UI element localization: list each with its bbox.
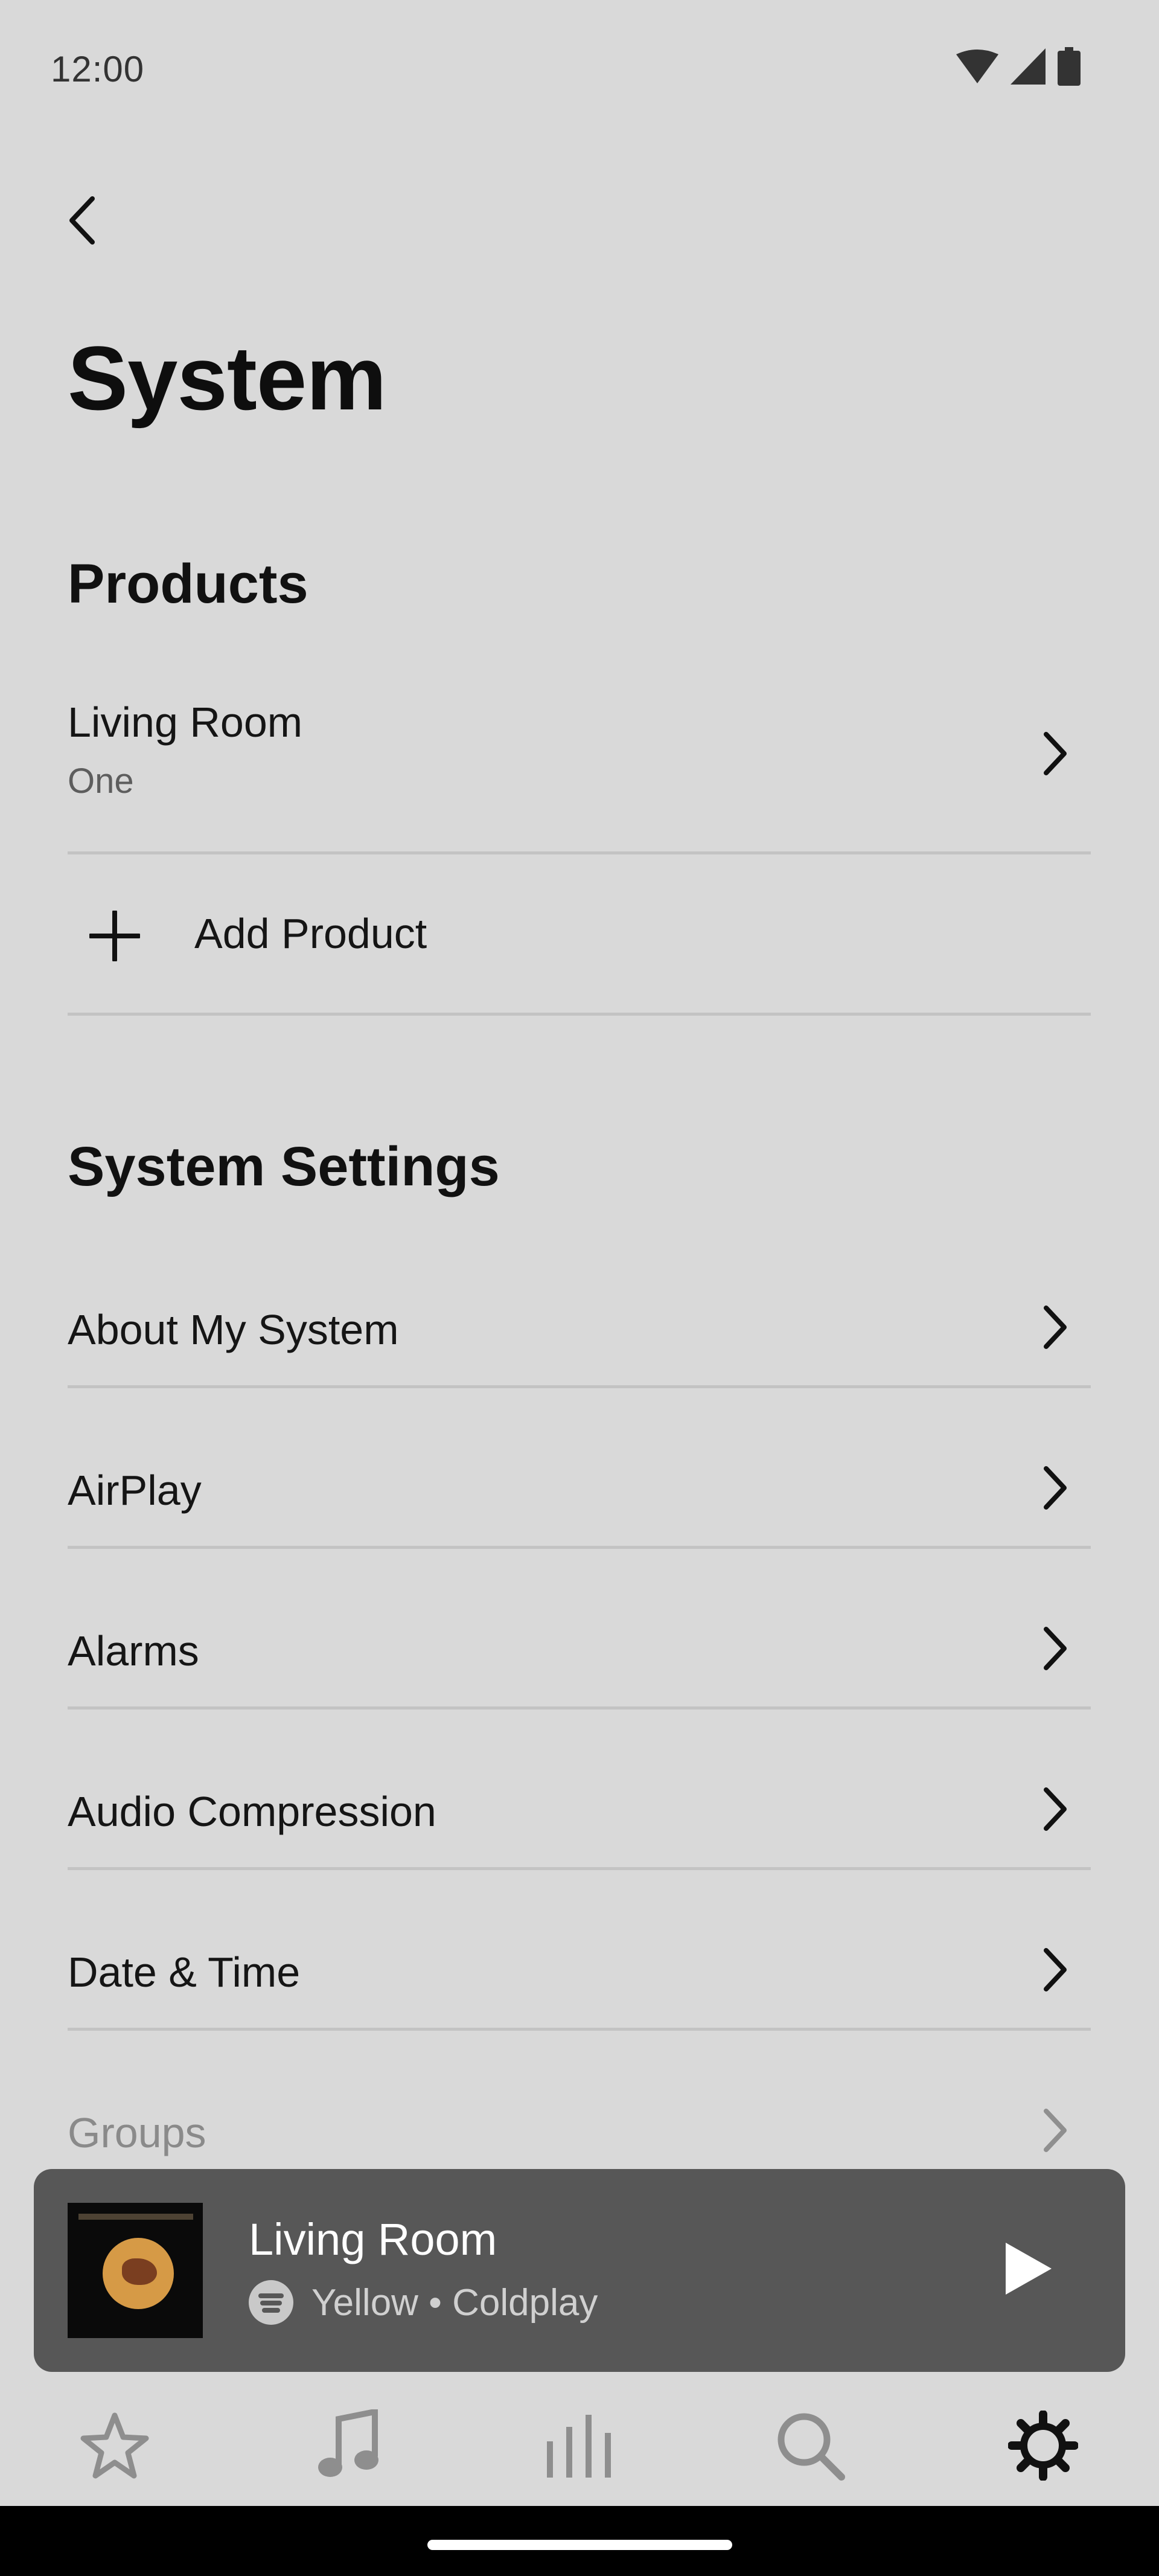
product-row-living-room[interactable]: Living Room One [68, 688, 1091, 845]
status-icons [956, 47, 1081, 86]
chevron-right-icon [1044, 1948, 1067, 1991]
system-screen: 12:00 System Products Living Room One Ad… [0, 0, 1159, 2576]
chevron-right-icon [1044, 1306, 1067, 1349]
settings-item-airplay[interactable]: AirPlay [68, 1408, 1091, 1568]
plus-icon [89, 911, 140, 961]
page-title: System [68, 327, 387, 429]
cellular-signal-icon [1011, 48, 1046, 85]
tab-settings[interactable] [1001, 2403, 1085, 2488]
back-button[interactable] [58, 187, 106, 254]
back-chevron-icon [69, 196, 95, 245]
chevron-right-icon [1044, 1466, 1067, 1510]
settings-item-label: Alarms [68, 1627, 199, 1674]
music-note-icon [318, 2409, 378, 2477]
settings-item-alarms[interactable]: Alarms [68, 1569, 1091, 1729]
system-settings-heading: System Settings [68, 1136, 500, 1197]
settings-item-label: Date & Time [68, 1949, 301, 1996]
tab-search[interactable] [768, 2403, 852, 2488]
home-gesture-pill[interactable] [427, 2540, 732, 2550]
settings-item-label: Audio Compression [68, 1788, 436, 1835]
settings-item-about-my-system[interactable]: About My System [68, 1248, 1091, 1408]
product-model: One [68, 761, 134, 801]
now-playing-subtitle: Yellow • Coldplay [249, 2280, 598, 2325]
divider [68, 1385, 1091, 1388]
spotify-icon [249, 2280, 293, 2325]
album-art [68, 2203, 203, 2338]
chevron-right-icon [1044, 1787, 1067, 1831]
settings-item-audio-compression[interactable]: Audio Compression [68, 1729, 1091, 1889]
add-product-label: Add Product [194, 910, 427, 957]
settings-item-label: Groups [68, 2109, 206, 2156]
product-name: Living Room [68, 699, 303, 746]
search-icon [777, 2413, 845, 2481]
divider [68, 851, 1091, 854]
now-playing-track: Yellow • Coldplay [311, 2281, 598, 2324]
settings-item-label: AirPlay [68, 1467, 202, 1514]
now-playing-bar[interactable]: Living Room Yellow • Coldplay [34, 2169, 1125, 2372]
wifi-icon [956, 50, 998, 83]
settings-item-date-time[interactable]: Date & Time [68, 1890, 1091, 2050]
rooms-bars-icon [547, 2415, 611, 2478]
divider [68, 1546, 1091, 1549]
tab-music[interactable] [305, 2403, 390, 2488]
products-heading: Products [68, 553, 308, 615]
battery-icon [1058, 47, 1081, 86]
star-icon [80, 2412, 149, 2479]
gesture-navigation-area [0, 2506, 1159, 2576]
divider [68, 2028, 1091, 2031]
status-time: 12:00 [51, 49, 145, 89]
gear-icon [1008, 2411, 1078, 2481]
play-icon[interactable] [992, 2235, 1059, 2302]
tab-favorites[interactable] [72, 2403, 157, 2488]
chevron-right-icon [1044, 732, 1067, 775]
chevron-right-icon [1044, 1627, 1067, 1670]
divider [68, 1867, 1091, 1870]
tab-bar [0, 2379, 1159, 2506]
add-product-button[interactable]: Add Product [68, 857, 1091, 1014]
tab-rooms[interactable] [537, 2403, 622, 2488]
status-bar: 12:00 [0, 0, 1159, 139]
divider [68, 1013, 1091, 1016]
divider [68, 1706, 1091, 1709]
settings-item-label: About My System [68, 1306, 399, 1353]
now-playing-room: Living Room [249, 2214, 497, 2264]
chevron-right-icon [1044, 2109, 1067, 2152]
